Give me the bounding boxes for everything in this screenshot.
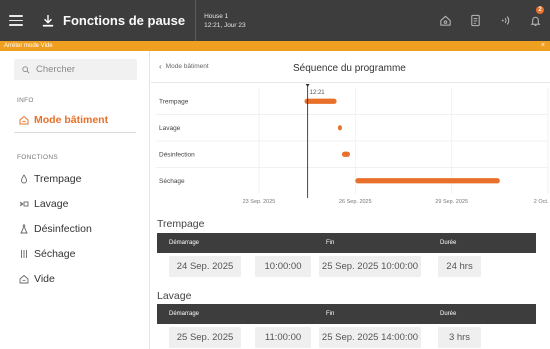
gantt-bar bbox=[341, 151, 350, 157]
sidebar-item-label: Séchage bbox=[34, 248, 76, 260]
flask-icon bbox=[18, 224, 29, 235]
sidebar: INFO Mode bâtiment FONCTIONS Trempage La… bbox=[0, 51, 150, 349]
trempage-start-date[interactable]: 24 Sep. 2025 bbox=[169, 256, 241, 277]
lavage-duration[interactable]: 3 hrs bbox=[438, 327, 481, 348]
sidebar-item-lavage[interactable]: Lavage bbox=[0, 193, 149, 215]
row-label: Trempage bbox=[159, 98, 189, 105]
droplet-icon bbox=[18, 174, 29, 185]
trempage-start-time[interactable]: 10:00:00 bbox=[255, 256, 311, 277]
sidebar-item-label: Trempage bbox=[34, 173, 82, 185]
header-end: Fin bbox=[326, 240, 335, 246]
x-tick-label: 26 Sep. 2025 bbox=[339, 199, 372, 205]
pause-functions-icon bbox=[41, 13, 55, 29]
header-duration: Durée bbox=[440, 311, 457, 317]
report-icon[interactable] bbox=[460, 0, 490, 41]
program-sequence-chart: Trempage Lavage Désinfection Séchage 12:21 23… bbox=[151, 84, 550, 209]
house-selector[interactable]: House 1 12:21, Jour 23 bbox=[204, 12, 246, 30]
trempage-section-title: Trempage bbox=[157, 218, 205, 230]
row-label: Désinfection bbox=[159, 151, 195, 158]
header-divider bbox=[195, 0, 197, 41]
lavage-table-header: Démarrage Fin Durée bbox=[157, 304, 536, 324]
sidebar-item-desinfection[interactable]: Désinfection bbox=[0, 218, 149, 240]
gantt-bar bbox=[337, 125, 342, 131]
current-time-label: 12:21 bbox=[310, 90, 326, 96]
search-box[interactable] bbox=[14, 59, 137, 80]
info-section-label: INFO bbox=[17, 97, 34, 104]
heat-icon bbox=[18, 249, 29, 260]
active-item-underline bbox=[14, 132, 136, 133]
sidebar-item-trempage[interactable]: Trempage bbox=[0, 168, 149, 190]
app-title: Fonctions de pause bbox=[63, 13, 186, 28]
current-time-pointer bbox=[305, 84, 310, 87]
sidebar-item-label: Vide bbox=[34, 273, 55, 285]
x-tick-label: 29 Sep. 2025 bbox=[435, 199, 468, 205]
sidebar-item-mode-batiment[interactable]: Mode bâtiment bbox=[0, 109, 149, 131]
page-title: Séquence du programme bbox=[293, 63, 406, 74]
x-tick-label: 2 Oct. 2025 bbox=[534, 199, 550, 205]
lavage-section-title: Lavage bbox=[157, 290, 192, 302]
alert-close-icon[interactable]: × bbox=[541, 41, 545, 51]
notification-bell-icon[interactable]: 2 bbox=[520, 0, 550, 41]
lavage-end[interactable]: 25 Sep. 2025 14:00:00 bbox=[319, 327, 421, 348]
lavage-start-time[interactable]: 11:00:00 bbox=[255, 327, 311, 348]
menu-icon[interactable] bbox=[9, 15, 23, 26]
sidebar-item-label: Lavage bbox=[34, 198, 69, 210]
header-start: Démarrage bbox=[169, 240, 200, 246]
sidebar-item-vide[interactable]: Vide bbox=[0, 268, 149, 290]
top-bar: Fonctions de pause House 1 12:21, Jour 2… bbox=[0, 0, 550, 41]
gantt-bar bbox=[304, 98, 337, 104]
chevron-left-icon: ‹ bbox=[159, 62, 162, 71]
sidebar-item-sechage[interactable]: Séchage bbox=[0, 243, 149, 265]
back-link[interactable]: ‹ Mode bâtiment bbox=[159, 62, 209, 71]
search-input[interactable] bbox=[36, 64, 131, 75]
lavage-start-date[interactable]: 25 Sep. 2025 bbox=[169, 327, 241, 348]
search-icon bbox=[22, 65, 30, 74]
house-time: 12:21, Jour 23 bbox=[204, 21, 246, 29]
main-panel: ‹ Mode bâtiment Séquence du programme Tr… bbox=[151, 51, 550, 349]
alert-banner[interactable]: Arrêter mode Vide × bbox=[0, 41, 550, 51]
alert-text: Arrêter mode Vide bbox=[4, 43, 53, 49]
x-tick-label: 23 Sep. 2025 bbox=[243, 199, 276, 205]
house-empty-icon bbox=[18, 274, 29, 285]
functions-section-label: FONCTIONS bbox=[17, 154, 58, 161]
house-name: House 1 bbox=[204, 12, 229, 20]
main-header: ‹ Mode bâtiment Séquence du programme bbox=[151, 51, 550, 83]
gantt-bar bbox=[355, 178, 500, 184]
trempage-duration[interactable]: 24 hrs bbox=[438, 256, 481, 277]
row-label: Lavage bbox=[159, 125, 181, 132]
wireless-icon[interactable] bbox=[490, 0, 520, 41]
sidebar-item-label: Mode bâtiment bbox=[34, 114, 109, 126]
header-duration: Durée bbox=[440, 240, 457, 246]
header-end: Fin bbox=[326, 311, 335, 317]
spray-icon bbox=[18, 199, 29, 210]
notification-badge: 2 bbox=[536, 6, 544, 14]
home-icon[interactable] bbox=[430, 0, 460, 41]
trempage-table-header: Démarrage Fin Durée bbox=[157, 233, 536, 253]
trempage-end[interactable]: 25 Sep. 2025 10:00:00 bbox=[319, 256, 421, 277]
back-label: Mode bâtiment bbox=[165, 63, 209, 70]
sidebar-item-label: Désinfection bbox=[34, 223, 92, 235]
row-label: Séchage bbox=[159, 178, 185, 185]
gantt-chart: Trempage Lavage Désinfection Séchage 12:21 23… bbox=[156, 84, 550, 205]
header-start: Démarrage bbox=[169, 311, 200, 317]
house-icon bbox=[18, 115, 29, 126]
